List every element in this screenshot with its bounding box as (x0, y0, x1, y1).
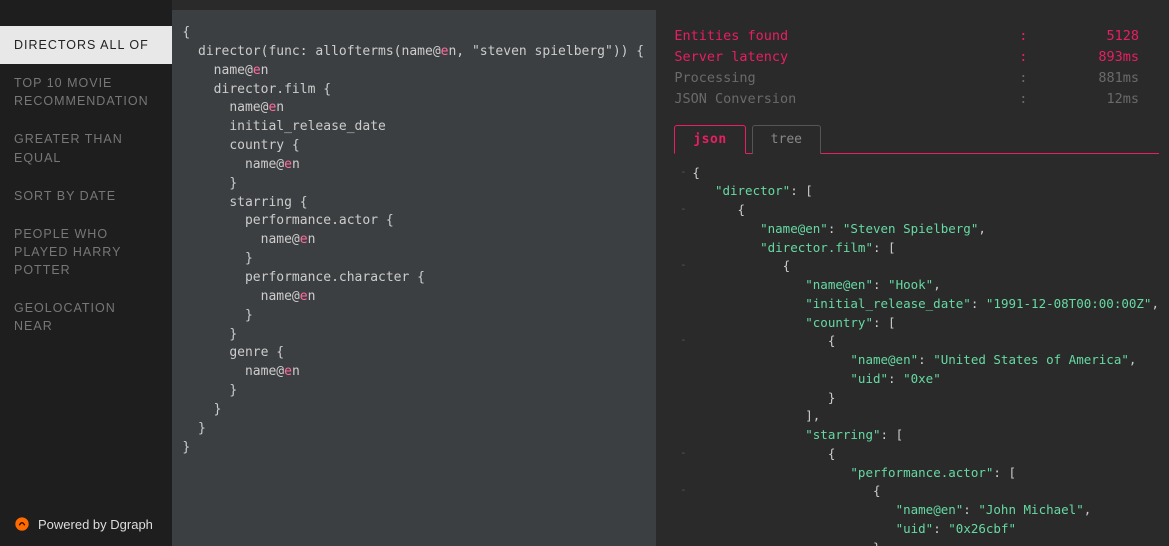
fold-gutter (674, 220, 692, 239)
stat-row: Entities found:5128 (674, 26, 1159, 47)
powered-by: Powered by Dgraph (0, 502, 172, 546)
json-line: - { (674, 332, 1159, 351)
fold-gutter (674, 239, 692, 258)
json-code: { (692, 482, 1159, 501)
results-panel: Entities found:5128Server latency:893msP… (656, 0, 1169, 546)
json-code: "uid": "0xe" (692, 370, 1159, 389)
json-line: "name@en": "Hook", (674, 276, 1159, 295)
stat-label: JSON Conversion (674, 89, 1014, 110)
json-line: "initial_release_date": "1991-12-08T00:0… (674, 295, 1159, 314)
fold-gutter (674, 520, 692, 539)
json-code: { (692, 332, 1159, 351)
stat-value: 893ms (1032, 47, 1159, 68)
json-code: "name@en": "Hook", (692, 276, 1159, 295)
fold-gutter[interactable]: - (674, 445, 692, 464)
json-line: "starring": [ (674, 426, 1159, 445)
fold-gutter (674, 389, 692, 408)
fold-gutter (674, 501, 692, 520)
json-code: "starring": [ (692, 426, 1159, 445)
json-line: "uid": "0xe" (674, 370, 1159, 389)
tab-tree[interactable]: tree (752, 125, 821, 154)
json-line: } (674, 389, 1159, 408)
stat-row: Processing:881ms (674, 68, 1159, 89)
sidebar-item[interactable]: GREATER THAN EQUAL (0, 120, 172, 176)
json-line: - { (674, 445, 1159, 464)
result-tabs: jsontree (674, 124, 1159, 154)
json-code: { (692, 257, 1159, 276)
fold-gutter[interactable]: - (674, 164, 692, 183)
stat-label: Server latency (674, 47, 1014, 68)
sidebar-list: DIRECTORS ALL OFTOP 10 MOVIE RECOMMENDAT… (0, 0, 172, 502)
fold-gutter[interactable]: - (674, 332, 692, 351)
json-line: "name@en": "United States of America", (674, 351, 1159, 370)
json-line: "performance.actor": [ (674, 464, 1159, 483)
json-line: "director.film": [ (674, 239, 1159, 258)
json-code: "name@en": "John Michael", (692, 501, 1159, 520)
json-line: - { (674, 482, 1159, 501)
json-line: -{ (674, 164, 1159, 183)
fold-gutter (674, 407, 692, 426)
json-code: "performance.actor": [ (692, 464, 1159, 483)
stat-row: Server latency:893ms (674, 47, 1159, 68)
fold-gutter (674, 182, 692, 201)
fold-gutter[interactable]: - (674, 201, 692, 220)
json-line: "name@en": "John Michael", (674, 501, 1159, 520)
json-code: "name@en": "Steven Spielberg", (692, 220, 1159, 239)
sidebar-item[interactable]: DIRECTORS ALL OF (0, 26, 172, 64)
json-line: "director": [ (674, 182, 1159, 201)
sidebar: DIRECTORS ALL OFTOP 10 MOVIE RECOMMENDAT… (0, 0, 172, 546)
fold-gutter (674, 464, 692, 483)
sidebar-item[interactable]: PEOPLE WHO PLAYED HARRY POTTER (0, 215, 172, 289)
json-line: "uid": "0x26cbf" (674, 520, 1159, 539)
json-code: "country": [ (692, 314, 1159, 333)
dgraph-icon (14, 516, 30, 532)
fold-gutter (674, 276, 692, 295)
json-code: "initial_release_date": "1991-12-08T00:0… (692, 295, 1159, 314)
fold-gutter (674, 295, 692, 314)
sidebar-item[interactable]: GEOLOCATION NEAR (0, 289, 172, 345)
stat-label: Entities found (674, 26, 1014, 47)
query-editor[interactable]: { director(func: allofterms(name@en, "st… (172, 0, 656, 546)
json-code: "director": [ (692, 182, 1159, 201)
json-line: } (674, 539, 1159, 546)
json-code: } (692, 539, 1159, 546)
json-code: "name@en": "United States of America", (692, 351, 1159, 370)
stat-label: Processing (674, 68, 1014, 89)
tab-json[interactable]: json (674, 125, 745, 154)
stat-colon: : (1014, 26, 1032, 47)
fold-gutter (674, 426, 692, 445)
json-line: - { (674, 257, 1159, 276)
stat-colon: : (1014, 47, 1032, 68)
fold-gutter (674, 539, 692, 546)
json-line: ], (674, 407, 1159, 426)
json-code: { (692, 445, 1159, 464)
powered-by-label: Powered by Dgraph (38, 517, 153, 532)
json-code: "director.film": [ (692, 239, 1159, 258)
json-line: "country": [ (674, 314, 1159, 333)
stat-colon: : (1014, 89, 1032, 110)
fold-gutter (674, 314, 692, 333)
fold-gutter[interactable]: - (674, 482, 692, 501)
json-line: - { (674, 201, 1159, 220)
fold-gutter (674, 370, 692, 389)
stat-value: 881ms (1032, 68, 1159, 89)
json-line: "name@en": "Steven Spielberg", (674, 220, 1159, 239)
fold-gutter (674, 351, 692, 370)
json-code: } (692, 389, 1159, 408)
app-root: DIRECTORS ALL OFTOP 10 MOVIE RECOMMENDAT… (0, 0, 1169, 546)
stat-row: JSON Conversion:12ms (674, 89, 1159, 110)
json-code: "uid": "0x26cbf" (692, 520, 1159, 539)
stat-value: 12ms (1032, 89, 1159, 110)
sidebar-item[interactable]: TOP 10 MOVIE RECOMMENDATION (0, 64, 172, 120)
stat-colon: : (1014, 68, 1032, 89)
json-code: ], (692, 407, 1159, 426)
stats-block: Entities found:5128Server latency:893msP… (674, 26, 1159, 110)
fold-gutter[interactable]: - (674, 257, 692, 276)
json-code: { (692, 164, 1159, 183)
json-code: { (692, 201, 1159, 220)
stat-value: 5128 (1032, 26, 1159, 47)
sidebar-item[interactable]: SORT BY DATE (0, 177, 172, 215)
json-output[interactable]: -{ "director": [- { "name@en": "Steven S… (674, 164, 1159, 546)
